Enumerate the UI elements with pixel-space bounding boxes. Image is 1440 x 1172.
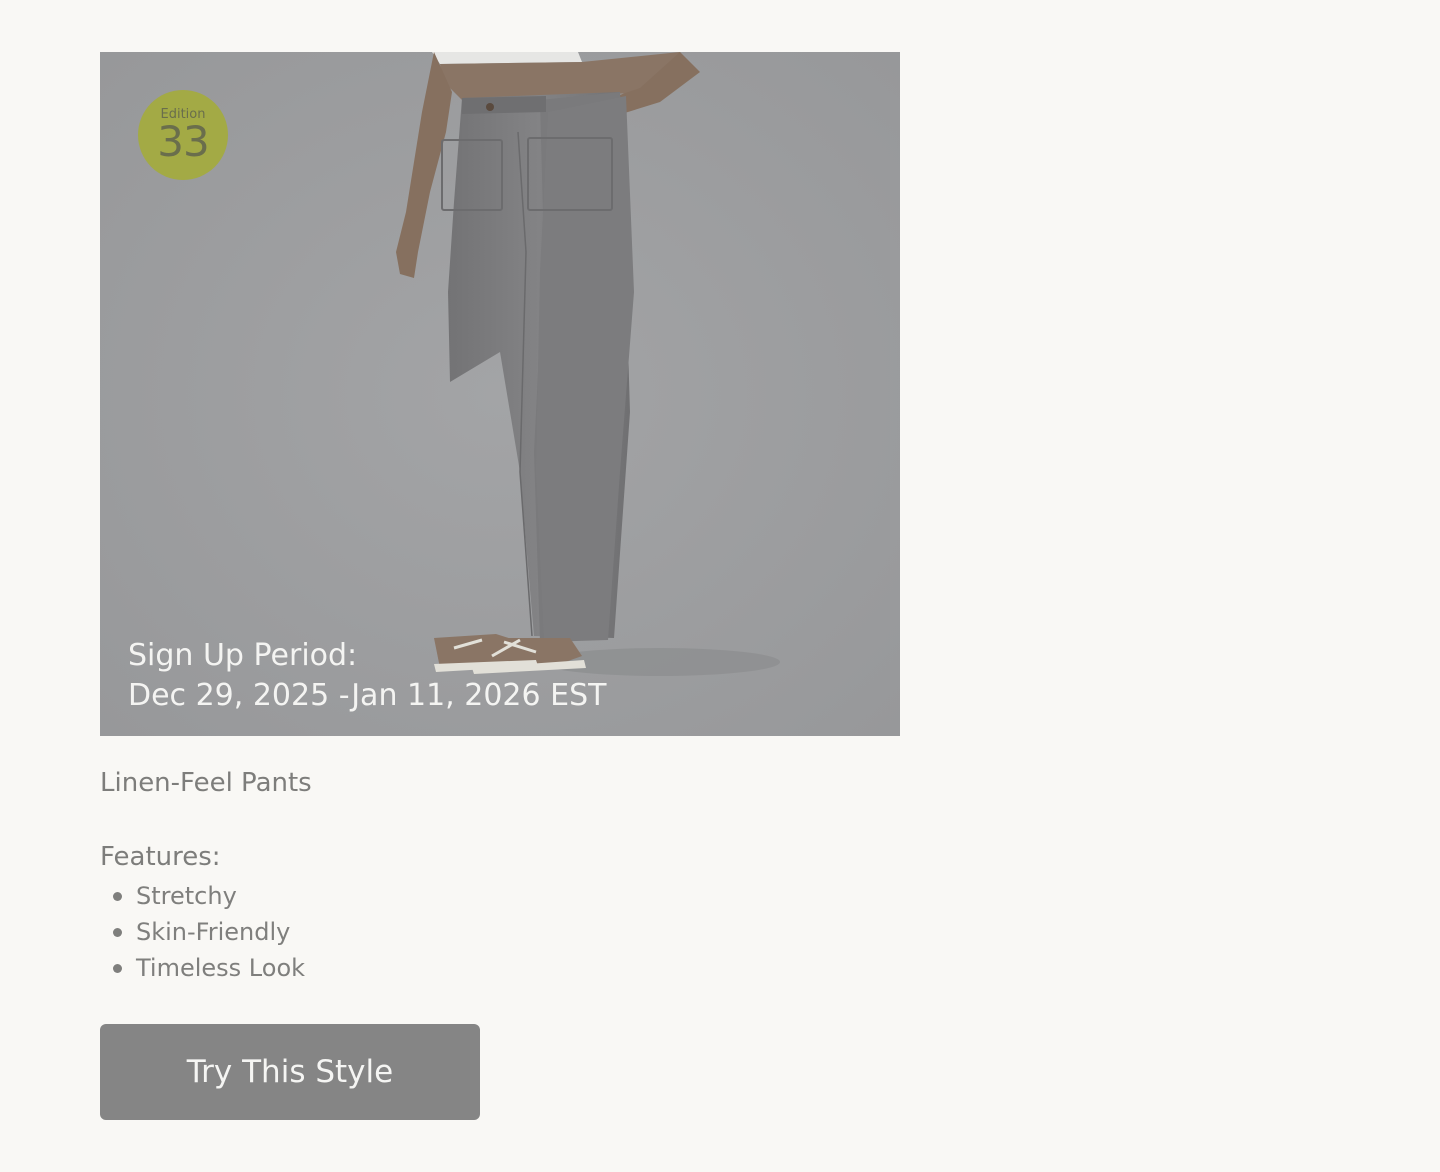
signup-period: Sign Up Period: Dec 29, 2025 -Jan 11, 20… bbox=[128, 636, 606, 716]
feature-text: Stretchy bbox=[136, 882, 237, 910]
feature-item: Skin-Friendly bbox=[100, 914, 900, 950]
features-list: Stretchy Skin-Friendly Timeless Look bbox=[100, 878, 900, 986]
features-title: Features: bbox=[100, 842, 221, 872]
feature-item: Stretchy bbox=[100, 878, 900, 914]
bullet-icon bbox=[113, 892, 122, 901]
signup-period-dates: Dec 29, 2025 -Jan 11, 2026 EST bbox=[128, 678, 607, 713]
product-name: Linen-Feel Pants bbox=[100, 768, 312, 798]
edition-number: 33 bbox=[157, 117, 209, 166]
product-hero-image[interactable]: Edition 33 Sign Up Period: Dec 29, 2025 … bbox=[100, 52, 900, 736]
feature-text: Skin-Friendly bbox=[136, 918, 291, 946]
bullet-icon bbox=[113, 964, 122, 973]
product-card: Edition 33 Sign Up Period: Dec 29, 2025 … bbox=[100, 52, 900, 1120]
signup-period-label: Sign Up Period: bbox=[128, 638, 358, 673]
feature-text: Timeless Look bbox=[136, 954, 306, 982]
edition-badge: Edition 33 bbox=[138, 90, 228, 180]
bullet-icon bbox=[113, 928, 122, 937]
feature-item: Timeless Look bbox=[100, 950, 900, 986]
try-this-style-button[interactable]: Try This Style bbox=[100, 1024, 480, 1120]
